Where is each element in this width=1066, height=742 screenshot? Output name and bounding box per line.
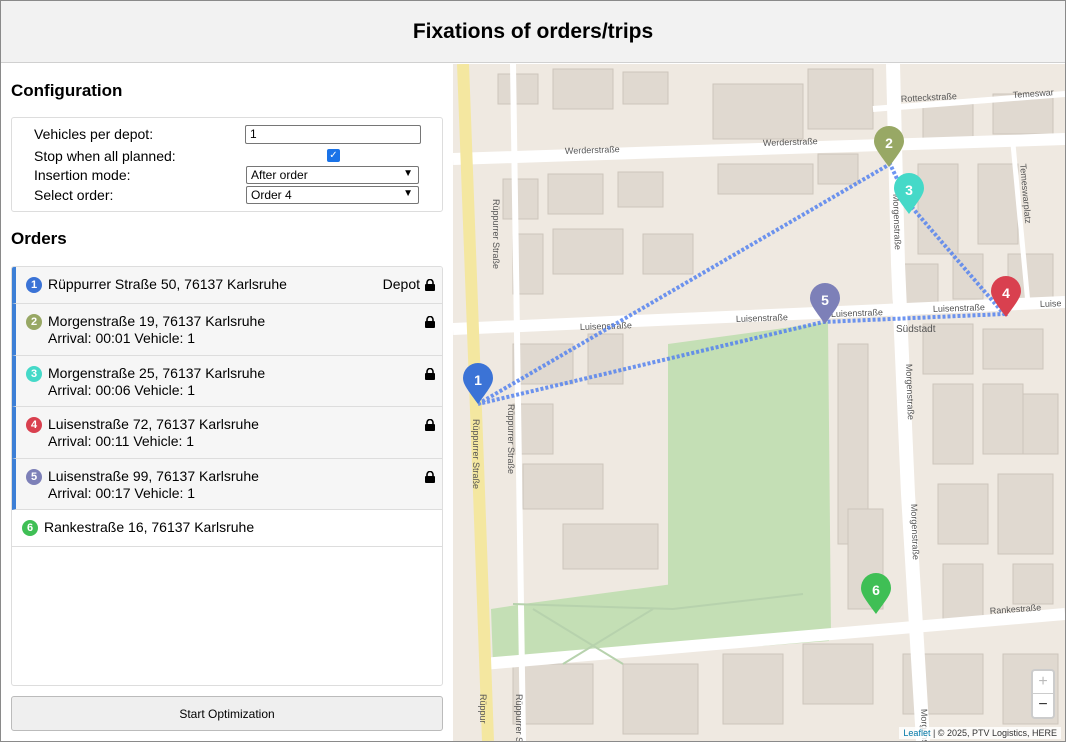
stop-when-planned-label: Stop when all planned: — [34, 148, 176, 164]
lock-icon[interactable] — [424, 471, 436, 483]
chevron-down-icon: ▼ — [403, 168, 413, 179]
order-number-badge: 5 — [26, 469, 42, 485]
order-item[interactable]: 4 Luisenstraße 72, 76137 Karlsruhe Arriv… — [12, 407, 442, 459]
configuration-heading: Configuration — [11, 81, 123, 100]
marker-number: 4 — [1002, 285, 1010, 301]
depot-label: Depot — [382, 276, 420, 292]
street-label: Werderstraße — [763, 136, 818, 148]
attribution-text: | © 2025, PTV Logistics, HERE — [932, 728, 1057, 738]
order-item[interactable]: 1 Rüppurrer Straße 50, 76137 Karlsruhe D… — [12, 267, 442, 304]
page-title: Fixations of orders/trips — [412, 19, 654, 43]
zoom-out-button[interactable]: − — [1033, 694, 1053, 717]
order-number-badge: 2 — [26, 314, 42, 330]
marker-number: 5 — [821, 292, 829, 308]
order-address: Rankestraße 16, 76137 Karlsruhe — [44, 519, 255, 535]
order-arrival: Arrival: 00:06 Vehicle: 1 — [48, 382, 196, 398]
order-arrival: Arrival: 00:01 Vehicle: 1 — [48, 330, 196, 346]
street-label: Luisenstraße — [736, 312, 788, 324]
street-label: Morgenstraße — [904, 364, 916, 420]
insertion-mode-value: After order — [251, 168, 308, 182]
order-item[interactable]: 3 Morgenstraße 25, 76137 Karlsruhe Arriv… — [12, 356, 442, 407]
street-label: Werderstraße — [565, 144, 620, 156]
order-item[interactable]: 6 Rankestraße 16, 76137 Karlsruhe — [12, 510, 442, 547]
select-order-label: Select order: — [34, 187, 114, 203]
order-address: Luisenstraße 72, 76137 Karlsruhe — [48, 416, 259, 432]
map-attribution: Leaflet | © 2025, PTV Logistics, HERE — [899, 727, 1061, 739]
configuration-box: Vehicles per depot: 1 Stop when all plan… — [11, 117, 443, 212]
lock-icon[interactable] — [424, 279, 436, 291]
marker-number: 2 — [885, 135, 893, 151]
zoom-in-button[interactable]: + — [1033, 671, 1053, 694]
app-header: Fixations of orders/trips — [1, 1, 1065, 63]
stop-when-planned-checkbox[interactable]: ✓ — [327, 149, 340, 162]
orders-heading: Orders — [11, 229, 67, 248]
order-number-badge: 4 — [26, 417, 42, 433]
vehicles-per-depot-input[interactable]: 1 — [245, 125, 421, 144]
order-number-badge: 1 — [26, 277, 42, 293]
start-optimization-button[interactable]: Start Optimization — [11, 696, 443, 731]
chevron-down-icon: ▼ — [403, 188, 413, 199]
marker-number: 3 — [905, 182, 913, 198]
select-order-select[interactable]: Order 4 ▼ — [246, 186, 419, 204]
insertion-mode-label: Insertion mode: — [34, 167, 131, 183]
marker-number: 6 — [872, 582, 880, 598]
map-canvas: Werderstraße Werderstraße Rotteckstraße … — [453, 64, 1065, 741]
order-address: Morgenstraße 19, 76137 Karlsruhe — [48, 313, 266, 329]
street-label: Luisenstraße — [933, 302, 985, 314]
order-arrival: Arrival: 00:17 Vehicle: 1 — [48, 485, 196, 501]
lock-icon[interactable] — [424, 419, 436, 431]
order-number-badge: 3 — [26, 366, 42, 382]
vehicles-per-depot-label: Vehicles per depot: — [34, 126, 154, 142]
street-label: Rüppurrer Straße — [491, 199, 501, 269]
order-item[interactable]: 2 Morgenstraße 19, 76137 Karlsruhe Arriv… — [12, 304, 442, 356]
zoom-control: + − — [1031, 669, 1055, 719]
map-view[interactable]: Werderstraße Werderstraße Rotteckstraße … — [453, 64, 1065, 741]
order-arrival: Arrival: 00:11 Vehicle: 1 — [48, 433, 195, 449]
insertion-mode-select[interactable]: After order ▼ — [246, 166, 419, 184]
marker-number: 1 — [474, 372, 482, 388]
district-label: Südstadt — [896, 324, 936, 335]
lock-icon[interactable] — [424, 368, 436, 380]
street-label: Luisenstraße — [831, 307, 883, 319]
order-item[interactable]: 5 Luisenstraße 99, 76137 Karlsruhe Arriv… — [12, 459, 442, 510]
street-label: Rüppurrer Straße — [514, 694, 524, 741]
leaflet-link[interactable]: Leaflet — [903, 728, 930, 738]
order-address: Luisenstraße 99, 76137 Karlsruhe — [48, 468, 259, 484]
street-label: Rüppurrer Straße — [506, 404, 516, 474]
select-order-value: Order 4 — [251, 188, 292, 202]
order-number-badge: 6 — [22, 520, 38, 536]
street-label: Rüppur — [478, 694, 488, 724]
street-label: Morgenstraße — [909, 504, 921, 560]
orders-list: 1 Rüppurrer Straße 50, 76137 Karlsruhe D… — [11, 266, 443, 686]
street-label: Luise — [1040, 298, 1062, 309]
street-label: Rüppurrer Straße — [471, 419, 481, 489]
lock-icon[interactable] — [424, 316, 436, 328]
sidebar-panel: Configuration Vehicles per depot: 1 Stop… — [1, 64, 453, 741]
order-address: Rüppurrer Straße 50, 76137 Karlsruhe — [48, 276, 287, 292]
order-address: Morgenstraße 25, 76137 Karlsruhe — [48, 365, 266, 381]
